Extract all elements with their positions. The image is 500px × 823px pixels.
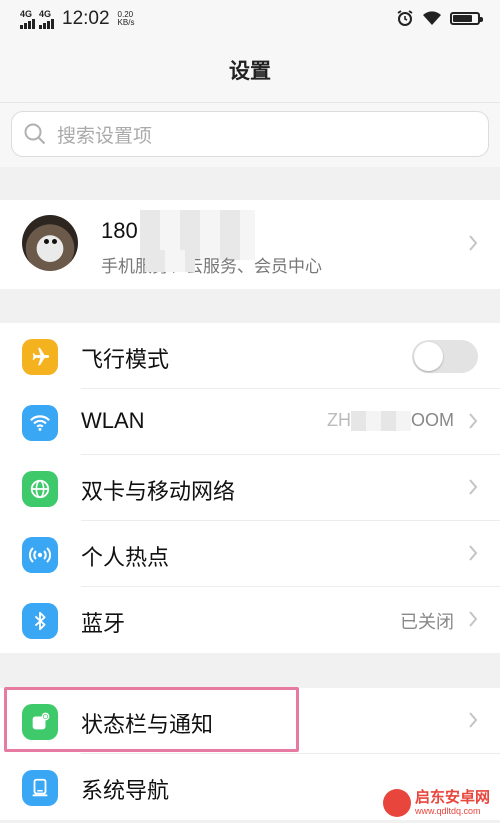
chevron-right-icon xyxy=(469,712,478,728)
row-bluetooth[interactable]: 蓝牙 已关闭 xyxy=(0,587,500,653)
status-bar: 4G 4G 12:02 0.20 KB/s xyxy=(0,0,500,38)
redacted-subtitle xyxy=(145,250,195,272)
row-airplane-mode[interactable]: 飞行模式 xyxy=(0,323,500,389)
watermark-name: 启东安卓网 xyxy=(414,789,490,806)
row-label: 飞行模式 xyxy=(81,347,170,372)
signal-sim2: 4G xyxy=(39,9,54,29)
row-label: WLAN xyxy=(81,408,145,433)
row-wlan[interactable]: WLAN ZH OOM xyxy=(0,389,500,455)
search-icon xyxy=(24,123,46,145)
avatar xyxy=(22,215,78,271)
row-hotspot[interactable]: 个人热点 xyxy=(0,521,500,587)
row-label: 双卡与移动网络 xyxy=(81,479,236,504)
navigation-icon xyxy=(22,770,58,806)
highlight-box xyxy=(4,687,299,752)
bluetooth-icon xyxy=(22,603,58,639)
airplane-mode-toggle[interactable] xyxy=(412,340,478,373)
watermark-logo xyxy=(382,789,411,817)
watermark: 启东安卓网 www.qdltdq.com xyxy=(378,787,494,819)
chevron-right-icon xyxy=(469,479,478,495)
globe-icon xyxy=(22,471,58,507)
wlan-network-name: ZH OOM xyxy=(327,410,454,432)
account-name: 180 xyxy=(101,218,138,243)
hotspot-icon xyxy=(22,537,58,573)
row-label: 系统导航 xyxy=(81,778,170,803)
wifi-status-icon xyxy=(423,11,441,25)
row-label: 蓝牙 xyxy=(81,611,126,636)
alarm-icon xyxy=(397,10,413,26)
search-input[interactable]: 搜索设置项 xyxy=(11,111,489,157)
airplane-icon xyxy=(22,339,58,375)
app-header: 设置 xyxy=(0,38,500,103)
row-dual-sim-network[interactable]: 双卡与移动网络 xyxy=(0,455,500,521)
bluetooth-status: 已关闭 xyxy=(400,612,454,632)
search-placeholder: 搜索设置项 xyxy=(57,125,153,147)
account-subtitle: 手机服务、云服务、会员中心 xyxy=(101,257,322,276)
watermark-url: www.qdltdq.com xyxy=(414,806,481,816)
network-speed: 0.20 KB/s xyxy=(117,10,135,27)
chevron-right-icon xyxy=(469,413,478,429)
chevron-right-icon xyxy=(469,611,478,627)
search-section: 搜索设置项 xyxy=(0,103,500,167)
row-label: 个人热点 xyxy=(81,545,170,570)
battery-icon xyxy=(450,11,483,25)
chevron-right-icon xyxy=(469,235,478,251)
signal-sim1: 4G xyxy=(20,9,35,29)
page-title: 设置 xyxy=(229,60,271,83)
account-row[interactable]: 180 手机服务、云服务、会员中心 xyxy=(0,200,500,289)
chevron-right-icon xyxy=(469,545,478,561)
status-time: 12:02 xyxy=(62,8,110,29)
wifi-icon xyxy=(22,405,58,441)
